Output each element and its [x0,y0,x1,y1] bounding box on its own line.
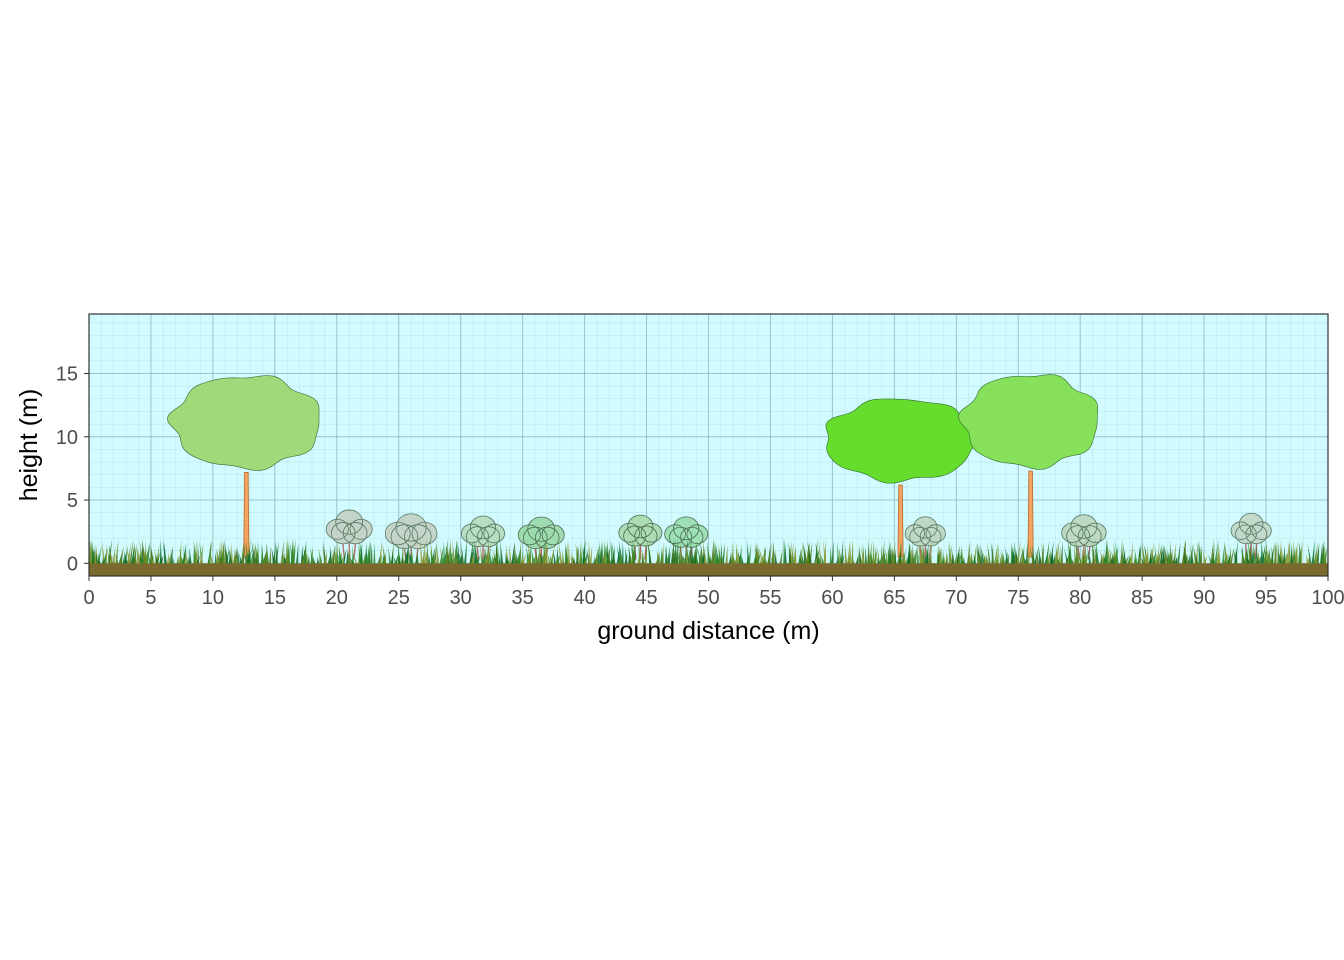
x-tick-label: 40 [573,587,595,609]
x-tick-label: 20 [326,587,348,609]
x-axis: 0 5 10 15 20 25 30 35 40 45 50 55 60 65 70 75 80 85 90 95 10… [83,576,1344,609]
y-tick-label: 5 [67,490,78,512]
y-tick-label: 0 [67,553,78,575]
x-tick-label: 90 [1193,587,1215,609]
x-tick-label: 75 [1007,587,1029,609]
x-tick-label: 95 [1255,587,1277,609]
x-tick-label: 10 [202,587,224,609]
y-tick-label: 10 [56,427,78,449]
x-tick-label: 45 [635,587,657,609]
x-tick-label: 5 [145,587,156,609]
x-tick-label: 55 [759,587,781,609]
x-tick-label: 60 [821,587,843,609]
x-tick-label: 30 [450,587,472,609]
y-axis: 0 5 10 15 [56,363,89,575]
x-tick-label: 50 [697,587,719,609]
x-tick-label: 0 [83,587,94,609]
chart-svg: 0 5 10 15 20 25 30 35 40 45 50 55 60 65 70 75 80 85 90 95 10… [15,313,1344,645]
x-tick-label: 65 [883,587,905,609]
x-tick-label: 25 [388,587,410,609]
x-axis-title: ground distance (m) [597,617,819,645]
x-tick-label: 85 [1131,587,1153,609]
x-tick-label: 100 [1311,587,1344,609]
x-tick-label: 80 [1069,587,1091,609]
ground-strip [89,563,1328,576]
x-tick-label: 15 [264,587,286,609]
x-tick-label: 35 [512,587,534,609]
tree-trunk [1027,470,1034,558]
tree-trunk [897,484,904,558]
y-tick-label: 15 [56,363,78,385]
x-tick-label: 70 [945,587,967,609]
tree-trunk [243,472,250,558]
y-axis-title: height (m) [15,389,43,502]
